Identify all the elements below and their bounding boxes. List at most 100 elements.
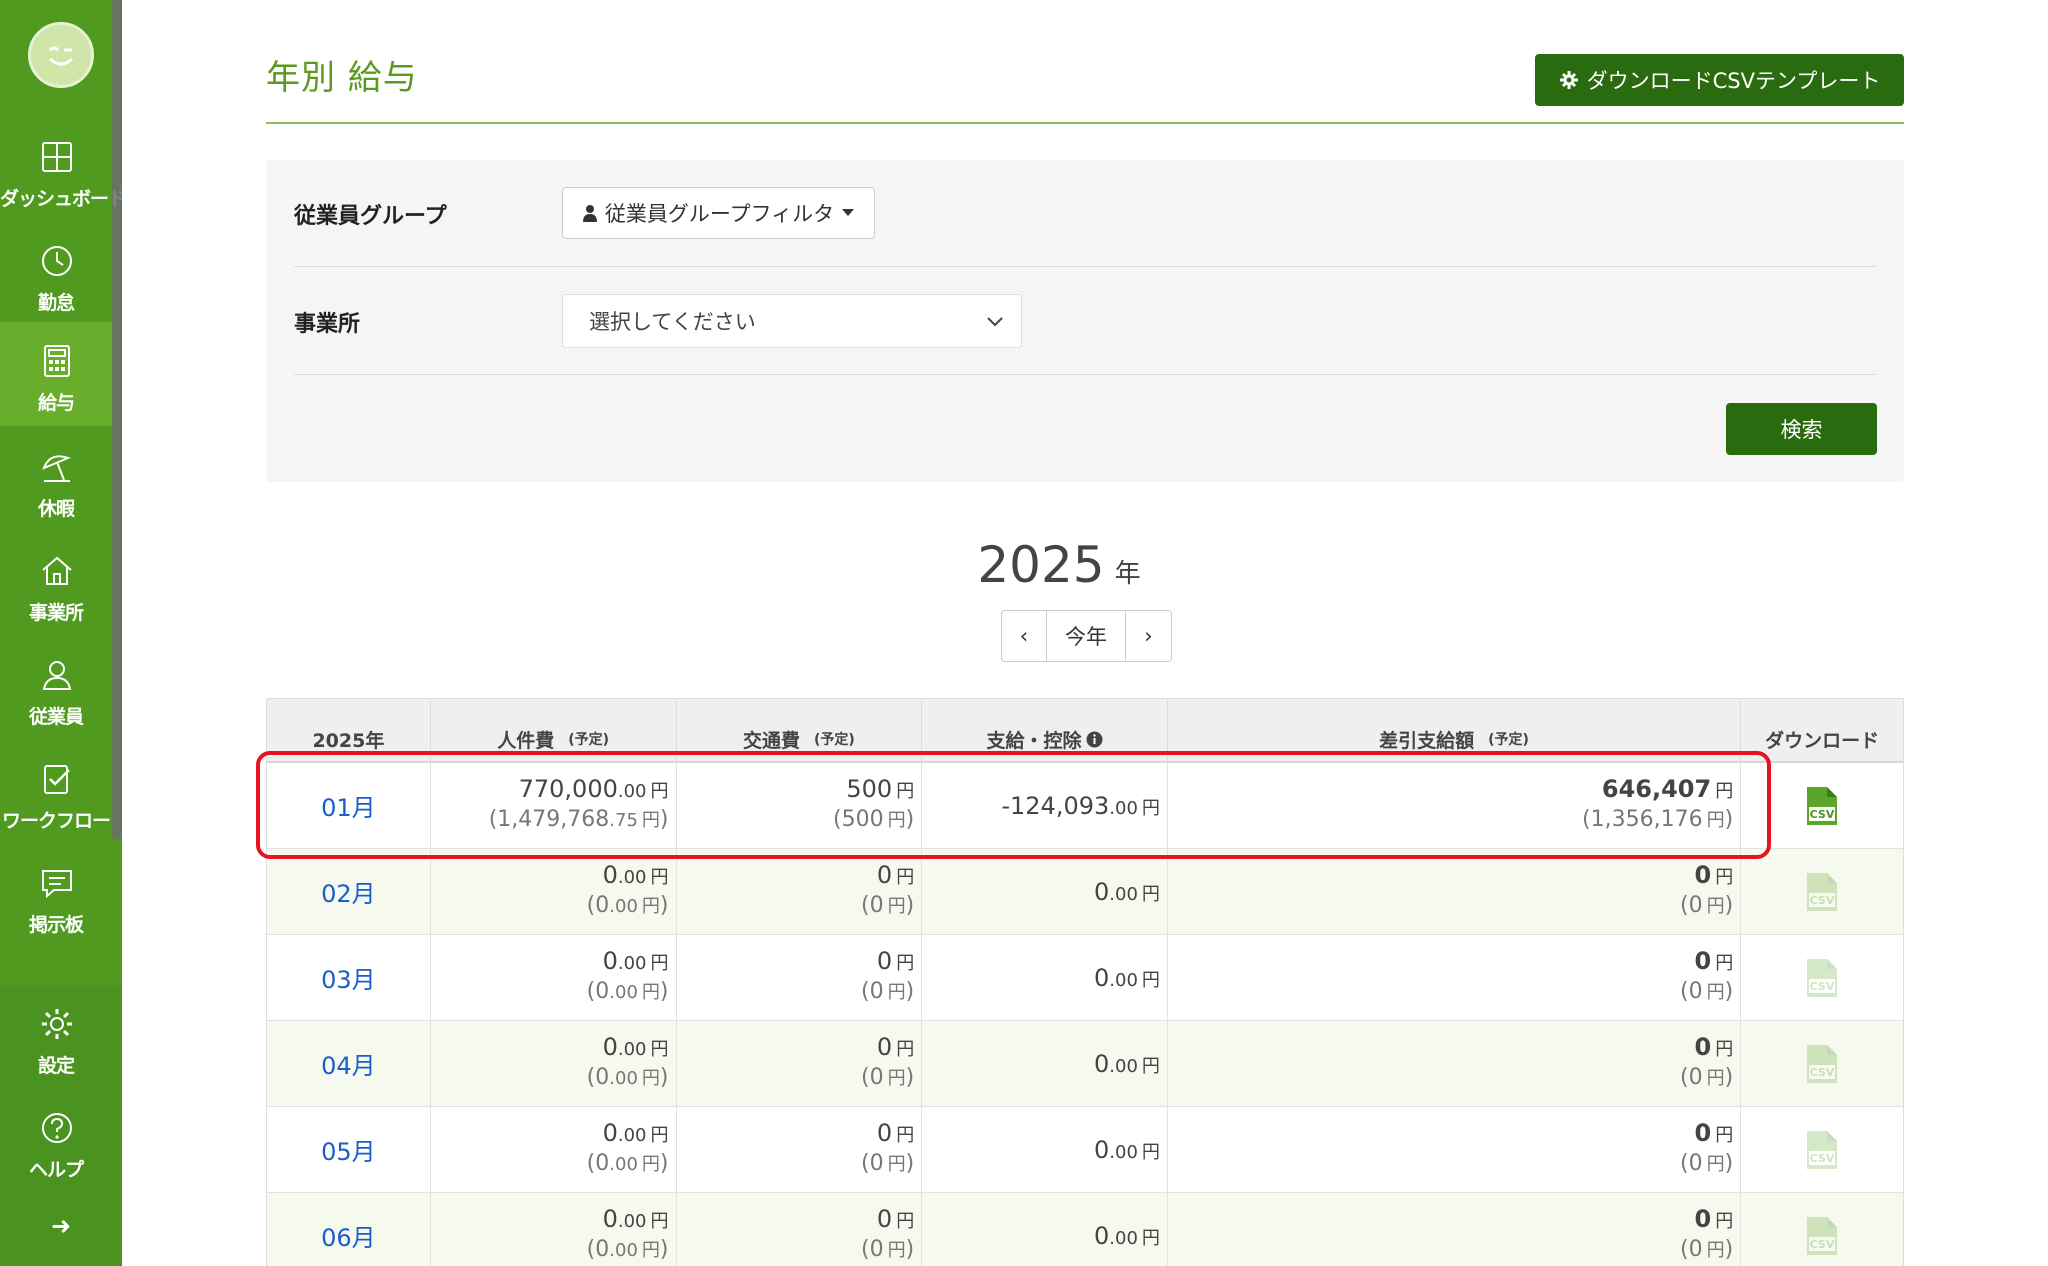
panel-divider [294, 374, 1876, 375]
csv-file-icon[interactable]: CSV [1805, 1129, 1839, 1171]
employee-group-filter-label: 従業員グループフィルタ [604, 202, 835, 226]
sidebar-item-label: 休暇 [37, 498, 75, 520]
employee-group-filter-button[interactable]: 従業員グループフィルタ [562, 187, 875, 239]
sidebar-item-workflow[interactable]: ワークフロー [0, 740, 112, 844]
chevron-down-icon [987, 317, 1003, 327]
year-value: 2025 [977, 536, 1105, 594]
csv-file-icon[interactable]: CSV [1805, 1215, 1839, 1257]
table-row: 04月 0.00 円 (0.00 円) 0円 (0 円) 0.00 円 0円 (0 円) … [267, 1021, 1903, 1107]
transport-cell: 0円 (0 円) [677, 935, 923, 1020]
sidebar-item-employees[interactable]: 従業員 [0, 636, 112, 740]
sidebar-item-board[interactable]: 掲示板 [0, 844, 112, 948]
table-row: 03月 0.00 円 (0.00 円) 0円 (0 円) 0.00 円 0円 (0 円) … [267, 935, 1903, 1021]
sidebar-item-settings[interactable]: 設定 [0, 985, 112, 1089]
payment-deduction-cell: 0.00 円 [922, 849, 1168, 934]
csv-download-cell: CSV [1741, 935, 1903, 1020]
svg-text:CSV: CSV [1810, 808, 1835, 821]
user-icon [582, 205, 597, 222]
year-display: 2025 年 [0, 536, 2048, 594]
labor-cost-cell: 0.00 円 (0.00 円) [431, 849, 677, 934]
month-link[interactable]: 06月 [267, 1193, 430, 1266]
question-circle-icon [42, 1113, 72, 1143]
month-link[interactable]: 05月 [267, 1107, 430, 1192]
svg-text:CSV: CSV [1810, 1066, 1835, 1079]
labor-cost-cell: 0.00 円 (0.00 円) [431, 1193, 677, 1266]
transport-cell: 0円 (0 円) [677, 1193, 923, 1266]
csv-file-icon[interactable]: CSV [1805, 957, 1839, 999]
month-link[interactable]: 04月 [267, 1021, 430, 1106]
net-pay-cell: 0円 (0 円) [1168, 935, 1742, 1020]
page-title: 年別 給与 [266, 58, 418, 98]
svg-text:CSV: CSV [1810, 1152, 1835, 1165]
sidebar-item-dashboard[interactable]: ダッシュボード [0, 118, 127, 222]
sidebar-item-payroll[interactable]: 給与 [0, 322, 112, 426]
transport-cell: 0円 (0 円) [677, 1107, 923, 1192]
gear-icon [42, 1009, 72, 1039]
sidebar-item-label: 従業員 [28, 706, 84, 728]
svg-text:CSV: CSV [1810, 1238, 1835, 1251]
sidebar-item-label: 勤怠 [37, 292, 75, 314]
sidebar-item-label: ワークフロー [1, 810, 111, 832]
this-year-button[interactable]: 今年 [1047, 611, 1126, 661]
clipboard-check-icon [44, 765, 70, 794]
next-year-button[interactable]: › [1126, 611, 1171, 661]
calculator-icon [44, 345, 70, 377]
caret-down-icon [842, 209, 855, 216]
payment-deduction-cell: 0.00 円 [922, 1021, 1168, 1106]
title-divider [266, 122, 1904, 124]
sidebar-item-label: 掲示板 [28, 914, 84, 936]
net-pay-cell: 0円 (0 円) [1168, 1193, 1742, 1266]
payment-deduction-cell: 0.00 円 [922, 935, 1168, 1020]
csv-download-cell: CSV [1741, 849, 1903, 934]
table-row: 02月 0.00 円 (0.00 円) 0円 (0 円) 0.00 円 0円 (0 円) … [267, 849, 1903, 935]
table-row: 05月 0.00 円 (0.00 円) 0円 (0 円) 0.00 円 0円 (0 円) … [267, 1107, 1903, 1193]
csv-file-icon[interactable]: CSV [1805, 871, 1839, 913]
csv-download-cell: CSV [1741, 1107, 1903, 1192]
sidebar: ダッシュボード 勤怠 給与 休暇 事業所 従業員 ワークフロー 掲示板 設定 ヘ… [0, 0, 127, 1266]
payment-deduction-cell: 0.00 円 [922, 1107, 1168, 1192]
net-pay-cell: 0円 (0 円) [1168, 1107, 1742, 1192]
beach-umbrella-icon [42, 455, 71, 482]
office-label: 事業所 [294, 312, 361, 337]
sidebar-scrollbar[interactable] [112, 0, 122, 840]
month-link[interactable]: 03月 [267, 935, 430, 1020]
gear-icon [1559, 71, 1578, 89]
person-icon [42, 661, 72, 690]
filter-panel: 従業員グループ 従業員グループフィルタ 事業所 選択してください 検索 [266, 160, 1904, 482]
csv-download-cell: CSV [1741, 1021, 1903, 1106]
month-link[interactable]: 02月 [267, 849, 430, 934]
highlight-box [256, 751, 1771, 859]
sidebar-item-help[interactable]: ヘルプ [0, 1089, 112, 1193]
sidebar-item-attendance[interactable]: 勤怠 [0, 222, 112, 326]
csv-download-cell: CSV [1741, 1193, 1903, 1266]
sidebar-item-label: 事業所 [28, 602, 84, 624]
info-icon[interactable] [1086, 731, 1103, 748]
csv-file-icon[interactable]: CSV [1805, 1043, 1839, 1085]
download-csv-template-button[interactable]: ダウンロードCSVテンプレート [1535, 54, 1904, 106]
arrow-right-icon[interactable]: ➜ [0, 1212, 122, 1240]
svg-text:CSV: CSV [1810, 980, 1835, 993]
smiley-icon [48, 46, 74, 66]
download-csv-template-label: ダウンロードCSVテンプレート [1586, 69, 1881, 93]
sidebar-item-label: 設定 [37, 1055, 75, 1077]
previous-year-button[interactable]: ‹ [1002, 611, 1047, 661]
transport-cell: 0円 (0 円) [677, 849, 923, 934]
panel-divider [294, 266, 1876, 267]
sidebar-item-leave[interactable]: 休暇 [0, 428, 112, 532]
labor-cost-cell: 0.00 円 (0.00 円) [431, 935, 677, 1020]
net-pay-cell: 0円 (0 円) [1168, 849, 1742, 934]
office-select[interactable]: 選択してください [562, 294, 1022, 348]
avatar[interactable] [28, 22, 94, 88]
csv-file-icon[interactable]: CSV [1805, 785, 1839, 827]
payment-deduction-cell: 0.00 円 [922, 1193, 1168, 1266]
sidebar-item-label: 給与 [37, 392, 75, 414]
grid-icon [42, 142, 72, 172]
table-row: 06月 0.00 円 (0.00 円) 0円 (0 円) 0.00 円 0円 (0 円) … [267, 1193, 1903, 1266]
sidebar-item-label: ヘルプ [28, 1159, 84, 1181]
net-pay-cell: 0円 (0 円) [1168, 1021, 1742, 1106]
year-navigation: ‹ 今年 › [1001, 610, 1172, 662]
svg-text:CSV: CSV [1810, 894, 1835, 907]
chat-icon [42, 870, 72, 899]
labor-cost-cell: 0.00 円 (0.00 円) [431, 1107, 677, 1192]
search-button[interactable]: 検索 [1726, 403, 1877, 455]
